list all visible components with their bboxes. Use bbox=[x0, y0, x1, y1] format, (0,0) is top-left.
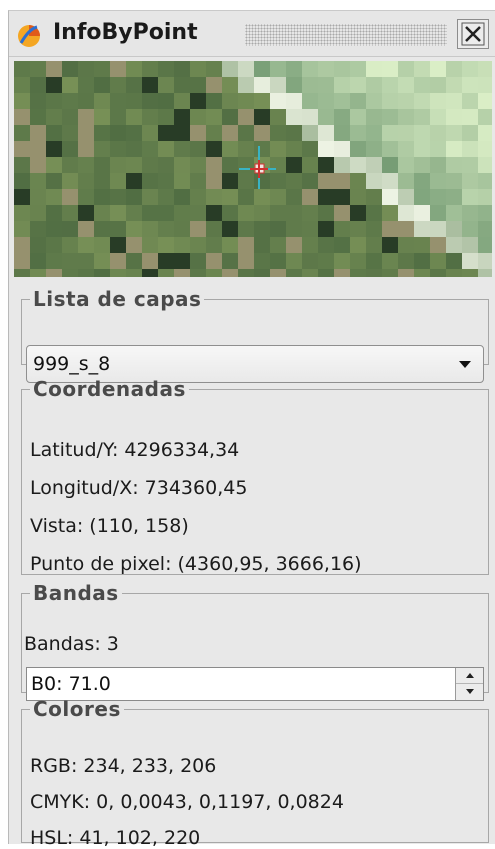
cmyk-text: CMYK: 0, 0,0043, 0,1197, 0,0824 bbox=[30, 791, 344, 813]
latitude-text: Latitud/Y: 4296334,34 bbox=[30, 439, 240, 461]
colors-legend: Colores bbox=[33, 697, 121, 721]
pixel-point-text: Punto de pixel: (4360,95, 3666,16) bbox=[30, 553, 362, 575]
band-value-text: B0: 71.0 bbox=[31, 673, 111, 695]
layer-select-value: 999_s_8 bbox=[33, 353, 111, 375]
coordinates-panel: Coordenadas Latitud/Y: 4296334,34 Longit… bbox=[21, 377, 489, 575]
band-value-spinner[interactable]: B0: 71.0 bbox=[26, 667, 484, 701]
bands-count-text: Bandas: 3 bbox=[24, 633, 119, 655]
infobypoint-window: InfoByPoint Lista de capas 999_s_8 Coord… bbox=[8, 10, 495, 849]
spinner-buttons bbox=[455, 668, 483, 700]
colors-panel: Colores RGB: 234, 233, 206 CMYK: 0, 0,00… bbox=[21, 697, 489, 849]
view-text: Vista: (110, 158) bbox=[30, 515, 189, 537]
hsl-text: HSL: 41, 102, 220 bbox=[30, 827, 201, 849]
crosshair-icon bbox=[239, 146, 276, 189]
coordinates-legend: Coordenadas bbox=[33, 377, 186, 401]
spinner-up-button[interactable] bbox=[456, 668, 483, 684]
pixel-preview[interactable] bbox=[14, 61, 492, 277]
bands-panel: Bandas Bandas: 3 B0: 71.0 bbox=[21, 581, 489, 701]
longitude-text: Longitud/X: 734360,45 bbox=[30, 477, 248, 499]
chevron-down-icon bbox=[459, 361, 471, 368]
drag-grip[interactable] bbox=[245, 24, 447, 46]
layers-legend: Lista de capas bbox=[33, 287, 202, 311]
rgb-text: RGB: 234, 233, 206 bbox=[30, 755, 217, 777]
window-title: InfoByPoint bbox=[53, 20, 198, 45]
bands-legend: Bandas bbox=[33, 581, 119, 605]
title-bar[interactable]: InfoByPoint bbox=[9, 11, 495, 57]
app-logo-icon bbox=[18, 25, 40, 47]
close-button[interactable] bbox=[457, 19, 489, 49]
close-x-icon bbox=[461, 22, 485, 46]
layers-panel: Lista de capas 999_s_8 bbox=[21, 287, 489, 383]
